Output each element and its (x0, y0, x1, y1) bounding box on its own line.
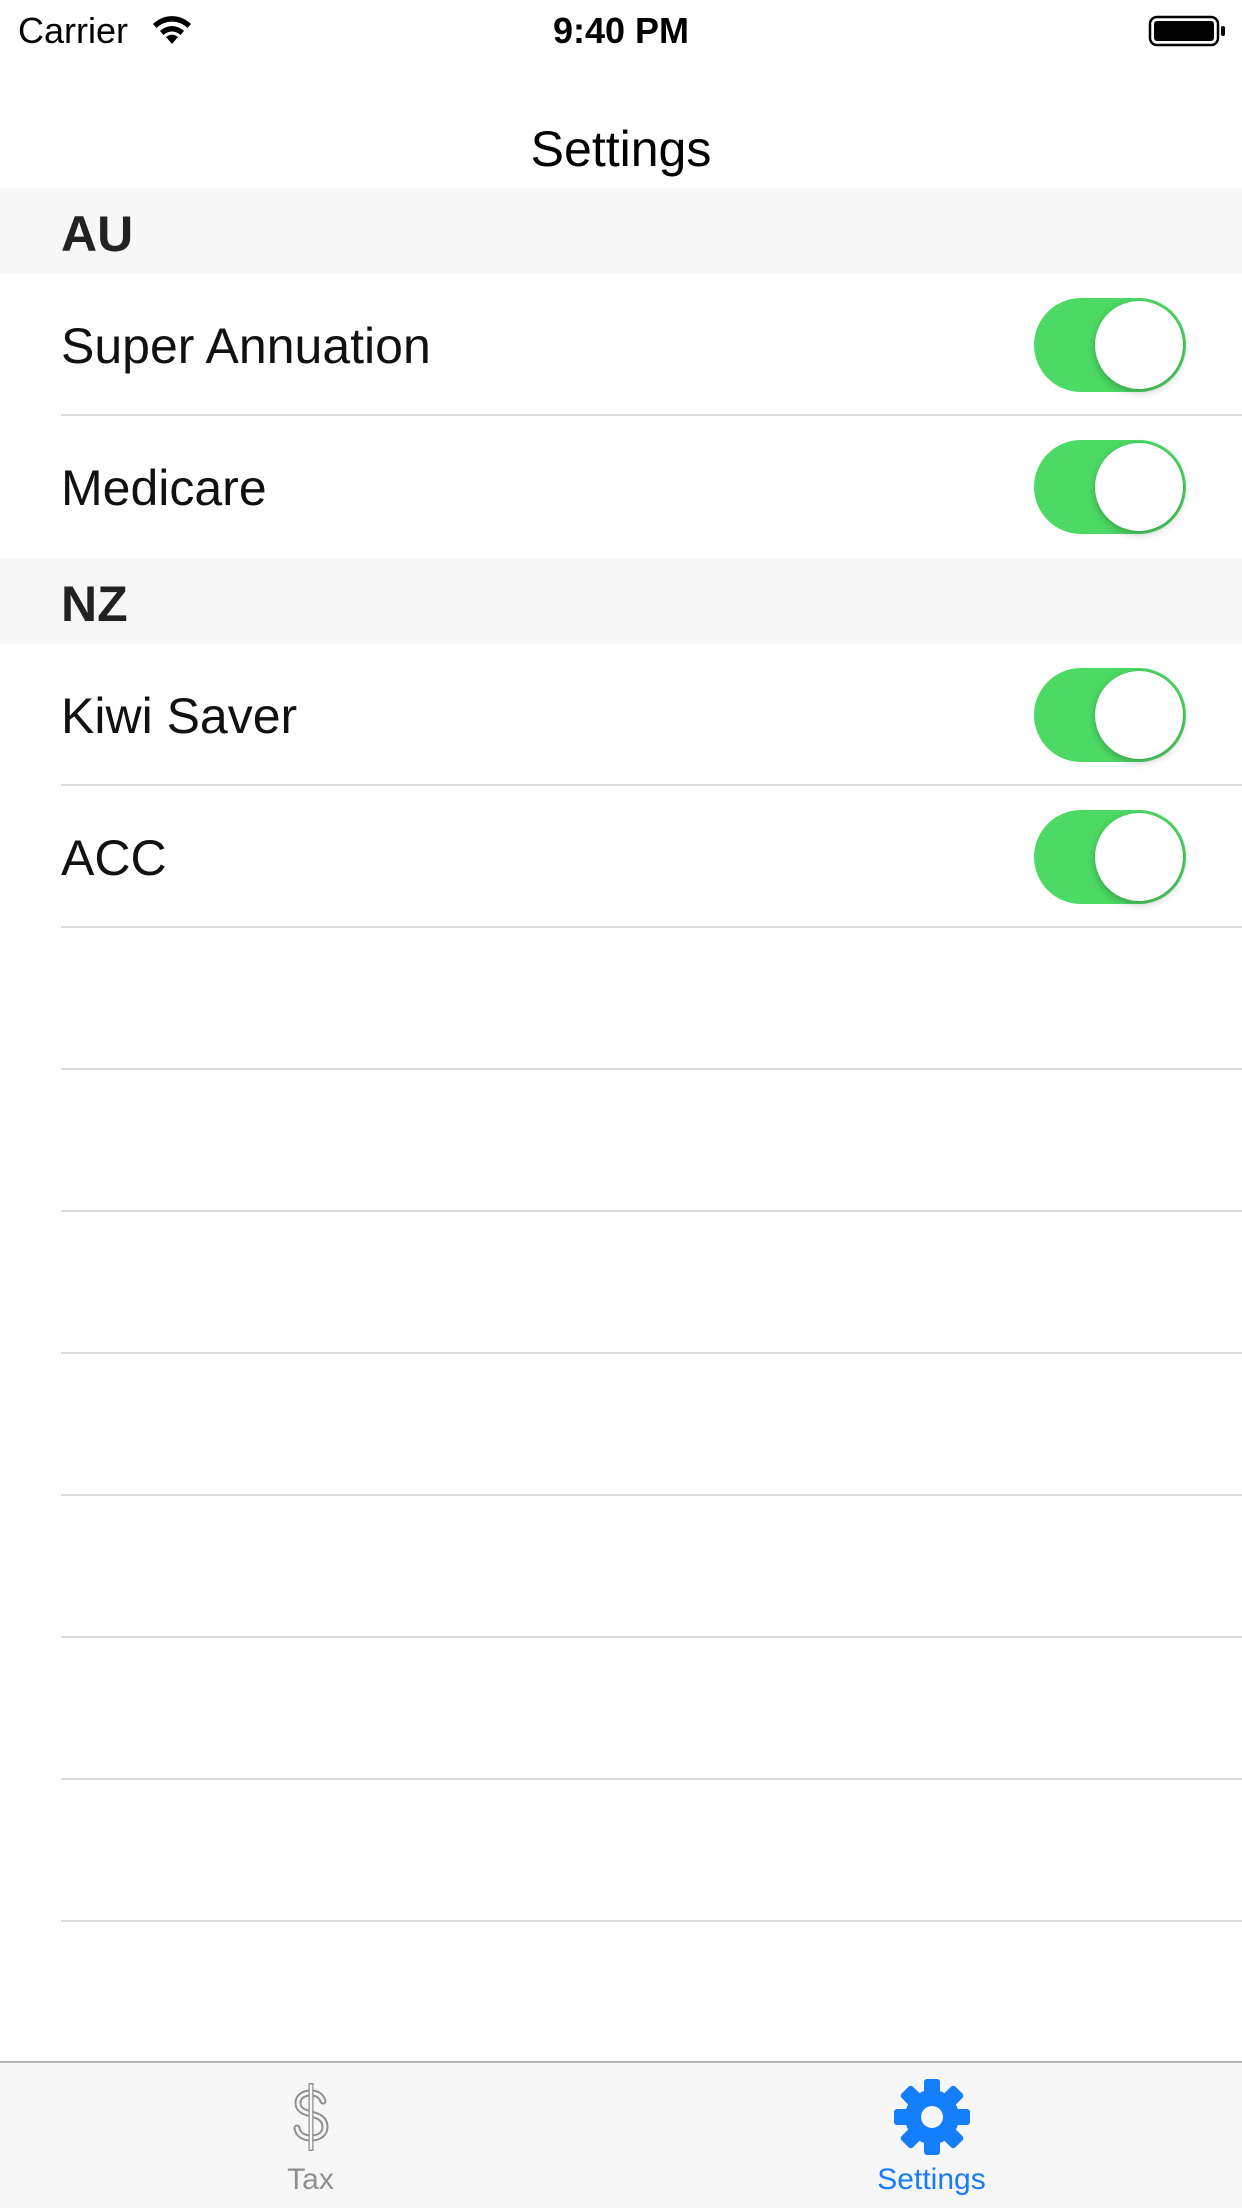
kiwi-saver-toggle[interactable] (1034, 668, 1186, 762)
status-bar: Carrier 9:40 PM (0, 0, 1242, 62)
tab-label: Tax (287, 2163, 334, 2196)
battery-icon (1148, 15, 1225, 47)
empty-table-rows (0, 928, 1242, 2064)
row-label: Kiwi Saver (61, 688, 298, 744)
gear-icon (893, 2079, 970, 2155)
empty-row (0, 1354, 1242, 1496)
section-header-label: NZ (61, 576, 128, 632)
section-header-au: AU (0, 188, 1242, 274)
tab-bar: Tax Settings (0, 2061, 1242, 2208)
navigation-bar: Settings (0, 62, 1242, 188)
empty-row (0, 1496, 1242, 1638)
settings-screen: Carrier 9:40 PM Settings AU Super Annuat… (0, 0, 1242, 2208)
settings-row-acc: ACC (0, 786, 1242, 928)
acc-toggle[interactable] (1034, 810, 1186, 904)
status-time: 9:40 PM (552, 10, 690, 51)
section-header-nz: NZ (0, 558, 1242, 644)
empty-row (0, 928, 1242, 1070)
toggle-knob (1095, 813, 1183, 901)
row-label: ACC (61, 830, 167, 886)
empty-row (0, 1638, 1242, 1780)
row-label: Medicare (61, 460, 267, 516)
empty-row (0, 1922, 1242, 2064)
settings-table: AU Super Annuation Medicare NZ Kiwi Save… (0, 188, 1242, 2064)
tab-tax[interactable]: Tax (0, 2063, 621, 2208)
toggle-knob (1095, 443, 1183, 531)
toggle-knob (1095, 671, 1183, 759)
tab-label: Settings (877, 2163, 986, 2196)
settings-row-kiwi-saver: Kiwi Saver (0, 644, 1242, 786)
toggle-knob (1095, 301, 1183, 389)
settings-row-medicare: Medicare (0, 416, 1242, 558)
tab-settings[interactable]: Settings (621, 2063, 1242, 2208)
empty-row (0, 1070, 1242, 1212)
dollar-icon (293, 2083, 329, 2151)
section-header-label: AU (61, 206, 134, 262)
medicare-toggle[interactable] (1034, 440, 1186, 534)
super-annuation-toggle[interactable] (1034, 298, 1186, 392)
row-label: Super Annuation (61, 318, 431, 374)
settings-row-super-annuation: Super Annuation (0, 274, 1242, 416)
empty-row (0, 1212, 1242, 1354)
empty-row (0, 1780, 1242, 1922)
page-title: Settings (530, 121, 712, 177)
